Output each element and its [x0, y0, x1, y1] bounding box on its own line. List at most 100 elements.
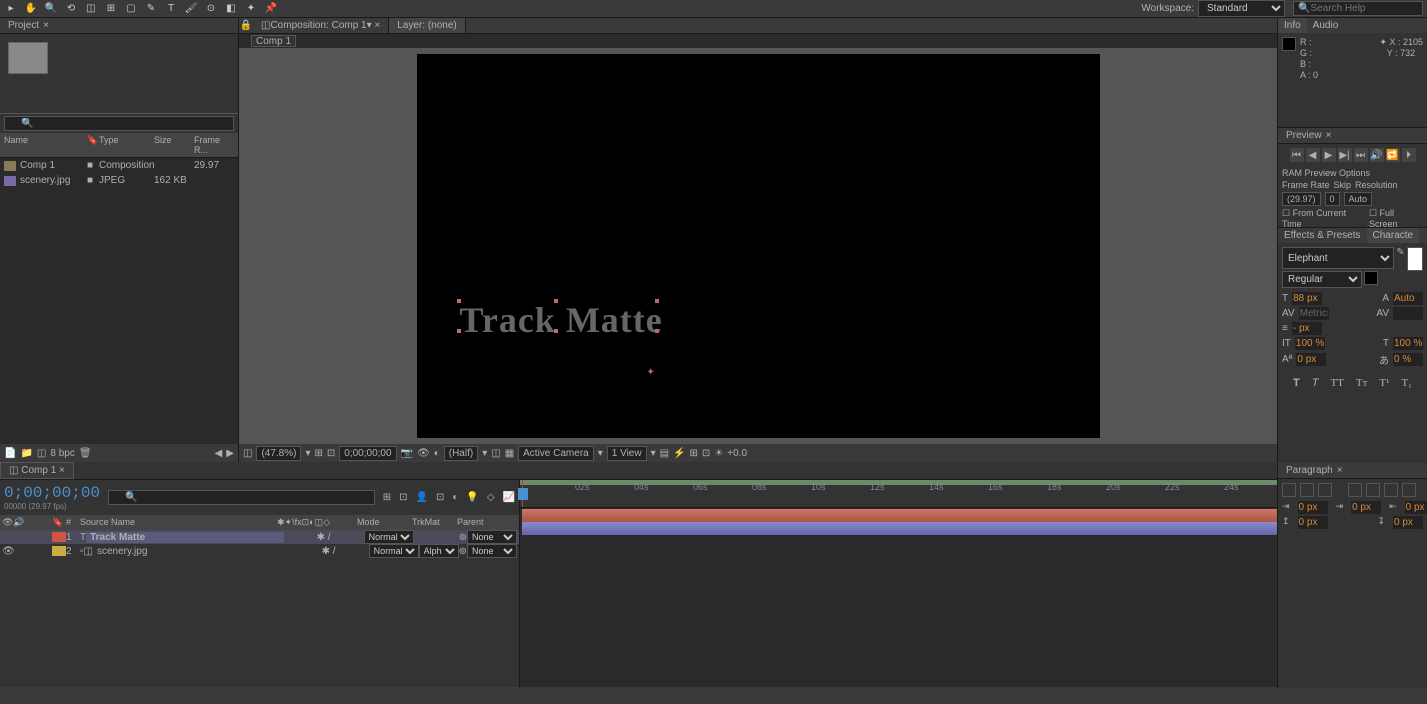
space-before-input[interactable]: [1298, 516, 1328, 529]
folder-icon[interactable]: 📁: [20, 448, 32, 459]
current-time[interactable]: 0;00;00;00: [339, 446, 396, 461]
comp-mini-flowchart-icon[interactable]: ⊞: [383, 492, 391, 503]
new-comp-icon[interactable]: ◫: [37, 448, 46, 459]
camera-select[interactable]: Active Camera: [518, 446, 594, 461]
preview-tab[interactable]: Preview: [1286, 130, 1322, 141]
indent-first-input[interactable]: [1351, 501, 1381, 514]
layer-switches[interactable]: ✱ /: [284, 532, 364, 543]
last-frame-button[interactable]: ⏭: [1354, 148, 1368, 162]
layer-name[interactable]: Track Matte: [86, 532, 284, 543]
faux-italic-button[interactable]: T: [1308, 375, 1323, 391]
project-item[interactable]: scenery.jpg ■ JPEG 162 KB: [0, 173, 238, 188]
timeline-tab[interactable]: ◫ Comp 1 ×: [0, 462, 74, 479]
composition-tab[interactable]: ◫ Composition: Comp 1 ▾ ×: [253, 18, 389, 33]
exposure-value[interactable]: +0.0: [727, 448, 747, 459]
justify-all-button[interactable]: [1402, 483, 1416, 497]
resolution-select[interactable]: (Half): [444, 446, 478, 461]
motion-blur-icon[interactable]: ◐: [452, 492, 458, 503]
trkmat-header[interactable]: TrkMat: [412, 517, 457, 528]
close-icon[interactable]: ×: [43, 20, 49, 31]
chevron-down-icon[interactable]: ▾ ×: [367, 20, 381, 31]
composition-canvas[interactable]: Track Matte ✦: [417, 54, 1100, 438]
bpc-button[interactable]: 8 bpc: [50, 448, 74, 459]
font-size-input[interactable]: [1292, 292, 1322, 305]
audio-tab[interactable]: Audio: [1307, 18, 1345, 33]
stroke-width-input[interactable]: [1292, 322, 1322, 335]
selection-handle[interactable]: [457, 329, 461, 333]
parent-select[interactable]: None: [467, 544, 517, 558]
all-caps-button[interactable]: TT: [1326, 375, 1347, 391]
full-screen-checkbox[interactable]: ☐ Full Screen: [1369, 208, 1423, 229]
close-icon[interactable]: ×: [1337, 465, 1343, 476]
hscale-input[interactable]: [1393, 337, 1423, 350]
parent-pickwhip-icon[interactable]: ⊚: [459, 546, 467, 557]
eraser-tool-icon[interactable]: ◧: [224, 2, 238, 16]
comp-flowchart-tab[interactable]: Comp 1: [251, 35, 296, 47]
justify-center-button[interactable]: [1366, 483, 1380, 497]
pen-tool-icon[interactable]: ✎: [144, 2, 158, 16]
show-channel-icon[interactable]: 👁: [417, 448, 430, 459]
transparency-icon[interactable]: ▦: [505, 448, 514, 459]
first-frame-button[interactable]: ⏮: [1290, 148, 1304, 162]
kerning-input[interactable]: [1299, 307, 1329, 320]
type-tool-icon[interactable]: T: [164, 2, 178, 16]
snapshot-icon[interactable]: 📷: [401, 448, 413, 459]
selection-handle[interactable]: [457, 299, 461, 303]
roi-icon[interactable]: ◫: [491, 448, 500, 459]
selection-handle[interactable]: [554, 299, 558, 303]
pan-behind-tool-icon[interactable]: ⊞: [104, 2, 118, 16]
mode-select[interactable]: Normal: [364, 530, 414, 544]
small-caps-button[interactable]: Tᴛ: [1352, 375, 1372, 391]
faux-bold-button[interactable]: T: [1289, 375, 1304, 391]
playhead[interactable]: [522, 480, 523, 507]
play-button[interactable]: ▶: [1322, 148, 1336, 162]
selection-handle[interactable]: [655, 299, 659, 303]
prev-frame-button[interactable]: ◀: [1306, 148, 1320, 162]
layer-switches[interactable]: ✱ /: [289, 546, 369, 557]
rect-tool-icon[interactable]: ▢: [124, 2, 138, 16]
stroke-swatch[interactable]: [1364, 271, 1378, 285]
space-after-input[interactable]: [1393, 516, 1423, 529]
rotation-tool-icon[interactable]: ⟲: [64, 2, 78, 16]
parent-header[interactable]: Parent: [457, 517, 517, 528]
fill-stroke-swatch[interactable]: [1407, 247, 1423, 271]
resolution-icon[interactable]: ⊞: [315, 448, 323, 459]
roto-tool-icon[interactable]: ✦: [244, 2, 258, 16]
trkmat-select[interactable]: Alpha: [419, 544, 459, 558]
layer-row[interactable]: 1 T Track Matte ✱ / Normal ⊚ None: [0, 530, 519, 544]
layer-color[interactable]: [52, 532, 66, 542]
graph-editor-icon[interactable]: 📈: [503, 492, 515, 503]
leading-input[interactable]: [1393, 292, 1423, 305]
chevron-down-icon[interactable]: ▾: [482, 448, 487, 459]
playhead-handle[interactable]: [518, 488, 528, 500]
align-left-button[interactable]: [1282, 483, 1296, 497]
search-help[interactable]: 🔍: [1293, 1, 1423, 16]
layer-color[interactable]: [52, 546, 66, 556]
align-right-button[interactable]: [1318, 483, 1332, 497]
view-select[interactable]: 1 View: [607, 446, 647, 461]
eyedropper-icon[interactable]: ✎: [1396, 247, 1404, 271]
hide-shy-icon[interactable]: 👤: [416, 492, 428, 503]
flowchart-icon[interactable]: ⊡: [702, 448, 710, 459]
loop-button[interactable]: 🔁: [1386, 148, 1400, 162]
col-size[interactable]: Size: [154, 135, 194, 155]
selection-handle[interactable]: [554, 329, 558, 333]
font-style-select[interactable]: Regular: [1282, 271, 1362, 288]
auto-keyframe-icon[interactable]: ◇: [487, 492, 495, 503]
subscript-button[interactable]: T₁: [1397, 375, 1416, 391]
brush-tool-icon[interactable]: 🖌: [184, 2, 198, 16]
timecode[interactable]: 0;00;00;00: [4, 484, 100, 502]
framerate-input[interactable]: (29.97): [1282, 192, 1321, 206]
source-name-header[interactable]: Source Name: [80, 517, 277, 528]
canvas-text[interactable]: Track Matte: [460, 299, 663, 341]
zoom-tool-icon[interactable]: 🔍: [44, 2, 58, 16]
col-framerate[interactable]: Frame R...: [194, 135, 234, 155]
parent-pickwhip-icon[interactable]: ⊚: [459, 532, 467, 543]
indent-right-input[interactable]: [1405, 501, 1427, 514]
font-family-select[interactable]: Elephant: [1282, 247, 1394, 269]
draft-3d-icon[interactable]: ⊡: [399, 492, 407, 503]
layer-visibility[interactable]: 👁: [2, 546, 52, 557]
project-item[interactable]: Comp 1 ■ Composition 29.97: [0, 158, 238, 173]
character-tab[interactable]: Characte: [1367, 228, 1420, 243]
color-mgmt-icon[interactable]: ◐: [434, 448, 440, 459]
